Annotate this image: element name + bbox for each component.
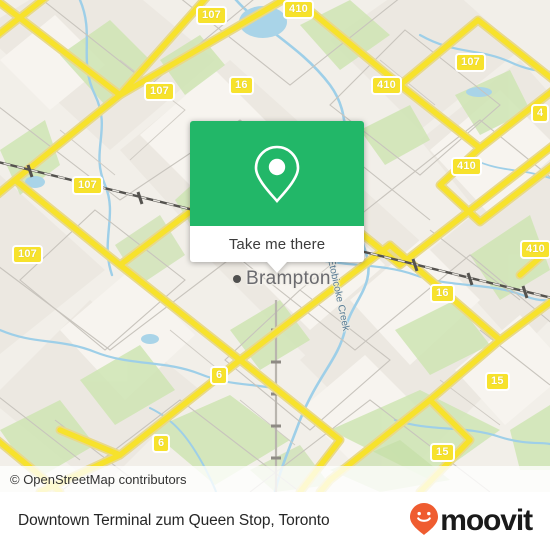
highway-shield: 107	[455, 53, 486, 72]
city-label-brampton: Brampton	[246, 268, 331, 289]
highway-shield: 6	[152, 434, 171, 453]
highway-shield: 15	[485, 372, 510, 391]
highway-shield: 107	[144, 82, 175, 101]
take-me-there-label: Take me there	[228, 235, 326, 253]
openstreetmap-attribution[interactable]: © OpenStreetMap contributors	[0, 472, 187, 487]
moovit-smiley-pin-icon	[409, 502, 439, 541]
map-attribution-bar: © OpenStreetMap contributors	[0, 466, 550, 492]
highway-shield: 107	[12, 245, 43, 264]
highway-shield: 410	[283, 0, 314, 19]
moovit-wordmark: moovit	[440, 504, 533, 537]
highway-shield: 4	[531, 104, 550, 123]
highway-shield: 410	[451, 157, 482, 176]
popup-hero	[190, 121, 364, 226]
highway-shield: 6	[210, 366, 229, 385]
moovit-logo[interactable]: moovit	[409, 502, 533, 541]
location-pin-icon	[252, 143, 302, 205]
take-me-there-button[interactable]: Take me there	[190, 226, 364, 262]
highway-shield: 15	[430, 443, 455, 462]
highway-shield: 16	[430, 284, 455, 303]
highway-shield: 107	[72, 176, 103, 195]
highway-shield: 107	[196, 6, 227, 25]
location-popup-card[interactable]: Take me there	[190, 121, 364, 273]
stop-title: Downtown Terminal zum Queen Stop, Toront…	[18, 512, 330, 529]
city-marker-brampton	[233, 275, 241, 283]
map-screen: 107 410 107 16 107 410 4 410 107 107 410 16 6 15 6 15 B…	[0, 0, 550, 550]
highway-shield: 410	[520, 240, 550, 259]
map-canvas[interactable]: 107 410 107 16 107 410 4 410 107 107 410 16 6 15 6 15 B…	[0, 0, 550, 492]
highway-shield: 16	[229, 76, 254, 95]
highway-shield: 410	[371, 76, 402, 95]
footer-bar: Downtown Terminal zum Queen Stop, Toront…	[0, 492, 550, 550]
popup-tail	[267, 262, 287, 273]
